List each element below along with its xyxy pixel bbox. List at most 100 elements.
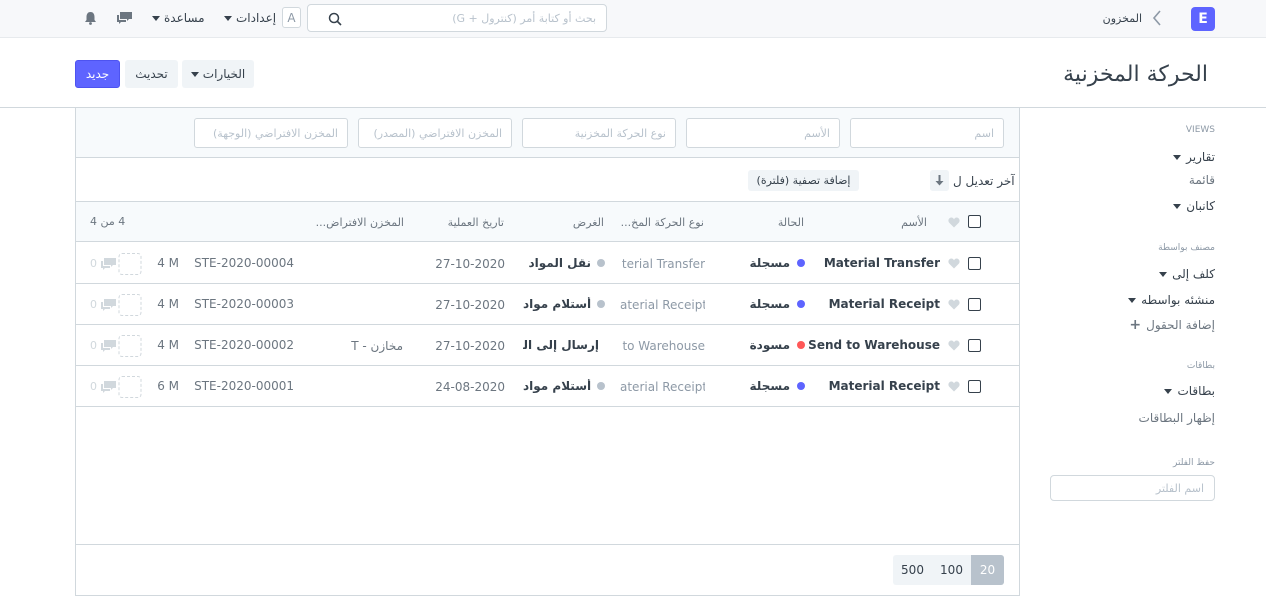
sidebar-item-label: منشئه بواسطه [1141, 293, 1215, 307]
page-size-selector: 500 100 20 [893, 555, 1004, 585]
new-button[interactable]: جديد [75, 60, 120, 88]
filter-placeholder: المخزن الافتراضي (الوجهة) [213, 127, 338, 140]
row-type: aterial Receipt [620, 298, 705, 312]
help-menu[interactable]: مساعدة [152, 11, 205, 25]
app-logo[interactable]: E [1191, 7, 1215, 31]
row-date: 27-10-2020 [435, 257, 505, 271]
sidebar-item-created-by[interactable]: منشئه بواسطه [1128, 293, 1215, 307]
help-label: مساعدة [164, 11, 205, 25]
purpose-label: أستلام مواد [523, 379, 592, 393]
filter-input-target-warehouse[interactable]: المخزن الافتراضي (الوجهة) [194, 118, 348, 148]
table-row[interactable]: Send to Warehouse مسودة to Warehouse إرس… [76, 325, 1019, 366]
search-input[interactable]: بحث أو كتابة أمر (كنترول + G) [307, 4, 607, 32]
select-all-checkbox[interactable] [968, 215, 981, 228]
heart-icon[interactable] [948, 217, 960, 228]
row-name-link[interactable]: Material Transfer [824, 256, 940, 270]
page-size-20[interactable]: 20 [971, 555, 1004, 585]
row-modified: 4 M [157, 338, 179, 352]
comment-count[interactable]: 0 [90, 335, 150, 357]
row-checkbox[interactable] [968, 339, 981, 352]
sidebar-item-reports[interactable]: تقارير [1173, 150, 1215, 164]
status-dot [797, 300, 805, 308]
breadcrumb[interactable]: المخزون [1030, 12, 1142, 25]
sidebar-item-label: إضافة الحقول [1146, 318, 1215, 332]
sort-selector[interactable]: آخر تعديل ل [953, 174, 1015, 188]
column-header-date: تاريخ العملية [447, 216, 504, 229]
comment-count-value: 0 [90, 380, 97, 393]
list-header [76, 202, 1019, 242]
status-dot [797, 382, 805, 390]
comment-count[interactable]: 0 [90, 294, 150, 316]
table-row[interactable]: Material Transfer مسجلة terial Transfer … [76, 243, 1019, 284]
filter-input-type[interactable]: نوع الحركة المخزنية [522, 118, 676, 148]
comment-count[interactable]: 0 [90, 376, 150, 398]
row-name-link[interactable]: Send to Warehouse [808, 338, 940, 352]
avatar[interactable]: A [282, 7, 301, 28]
row-name-link[interactable]: Material Receipt [829, 379, 940, 393]
column-header-warehouse: المخزن الافتراض... [315, 216, 404, 229]
row-modified: 6 M [157, 379, 179, 393]
chevron-left-icon [1152, 10, 1161, 26]
caret-down-icon [1164, 388, 1173, 394]
refresh-button[interactable]: تحديث [125, 60, 178, 88]
options-button[interactable]: الخيارات [182, 60, 254, 88]
table-row[interactable]: Material Receipt مسجلة aterial Receipt أ… [76, 366, 1019, 407]
settings-label: إعدادات [236, 11, 277, 25]
status-badge: مسجلة [750, 297, 805, 311]
heart-icon[interactable] [948, 258, 960, 269]
sidebar-tags-title: بطاقات [1186, 361, 1215, 371]
comment-count[interactable]: 0 [90, 253, 150, 275]
sidebar-add-fields[interactable]: إضافة الحقول + [1129, 317, 1215, 333]
filter-input-id[interactable]: اسم [850, 118, 1004, 148]
settings-menu[interactable]: إعدادات [224, 11, 276, 25]
page-title: الحركة المخزنية [1063, 62, 1208, 87]
caret-down-icon [224, 15, 232, 21]
heart-icon[interactable] [948, 299, 960, 310]
sort-order-button[interactable] [930, 170, 949, 191]
row-date: 24-08-2020 [435, 380, 505, 394]
row-checkbox[interactable] [968, 298, 981, 311]
column-header-purpose: الغرض [572, 216, 604, 229]
row-purpose: أستلام مواد [523, 379, 605, 393]
row-date: 27-10-2020 [435, 339, 505, 353]
sidebar-item-kanban[interactable]: كانبان [1173, 199, 1215, 213]
status-dot [797, 341, 805, 349]
status-label: مسودة [749, 338, 790, 352]
row-id: STE-2020-00002 [194, 338, 294, 352]
sidebar-item-label: تقارير [1186, 150, 1215, 164]
page-size-100[interactable]: 100 [932, 555, 971, 585]
row-checkbox[interactable] [968, 380, 981, 393]
table-row[interactable]: Material Receipt مسجلة aterial Receipt أ… [76, 284, 1019, 325]
heart-icon[interactable] [948, 381, 960, 392]
sidebar-show-tags[interactable]: إظهار البطاقات [1139, 411, 1215, 425]
status-badge: مسجلة [750, 256, 805, 270]
status-label: مسجلة [749, 256, 790, 270]
filter-input-name[interactable]: الأسم [686, 118, 840, 148]
page-size-500[interactable]: 500 [893, 555, 932, 585]
row-id: STE-2020-00004 [194, 256, 294, 270]
bell-icon[interactable] [84, 11, 97, 25]
sidebar-item-tags[interactable]: بطاقات [1164, 384, 1215, 398]
caret-down-icon [190, 71, 199, 77]
column-header-name: الأسم [901, 216, 927, 229]
row-name-link[interactable]: Material Receipt [829, 297, 940, 311]
search-placeholder: بحث أو كتابة أمر (كنترول + G) [452, 12, 596, 25]
row-type: terial Transfer [621, 257, 705, 271]
caret-down-icon [1159, 271, 1168, 277]
purpose-dot [597, 300, 605, 308]
row-checkbox[interactable] [968, 257, 981, 270]
filter-placeholder: المخزن الافتراضي (المصدر) [373, 127, 502, 140]
row-modified: 4 M [157, 256, 179, 270]
filter-name-input[interactable]: اسم الفلتر [1050, 475, 1215, 501]
add-filter-button[interactable]: إضافة تصفية (فلترة) [748, 170, 859, 191]
filter-placeholder: الأسم [804, 127, 830, 140]
chat-icon [101, 376, 142, 398]
row-type: aterial Receipt [620, 380, 705, 394]
heart-icon[interactable] [948, 340, 960, 351]
chat-icon[interactable] [116, 11, 133, 25]
filter-input-source-warehouse[interactable]: المخزن الافتراضي (المصدر) [358, 118, 512, 148]
sidebar-item-assigned-to[interactable]: كلف إلى [1159, 267, 1215, 281]
row-purpose: إرسال إلى الـ [523, 338, 605, 352]
status-label: مسجلة [749, 379, 790, 393]
sidebar-item-list[interactable]: قائمة [1189, 173, 1215, 187]
